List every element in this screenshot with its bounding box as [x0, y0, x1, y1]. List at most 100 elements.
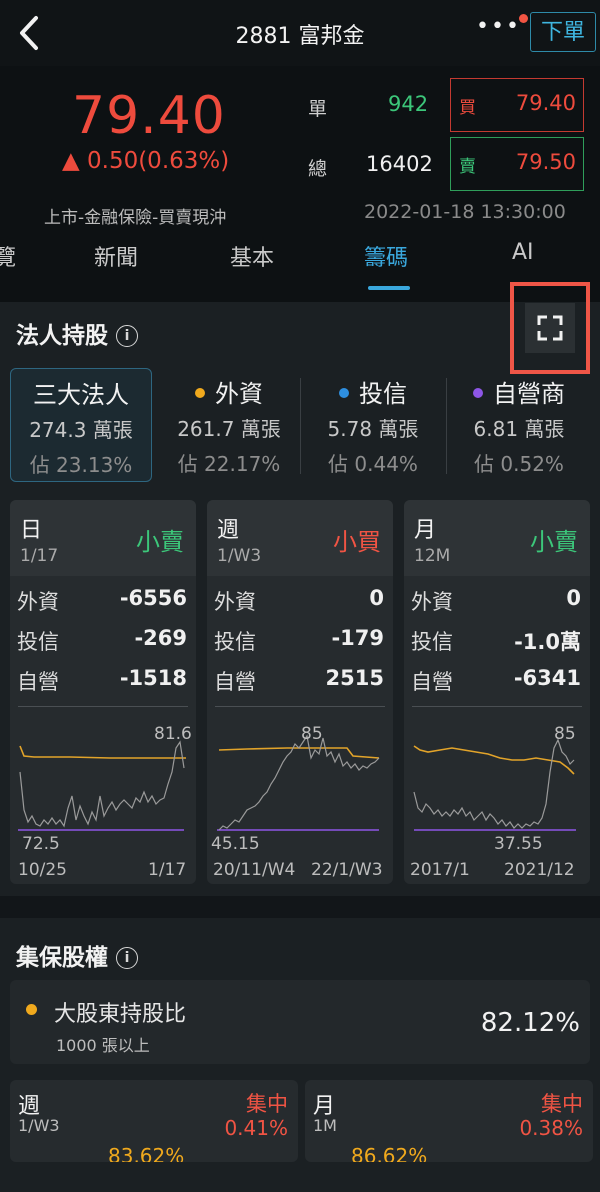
period-label: 週: [217, 518, 240, 543]
group-amount: 274.3 萬張: [29, 418, 133, 442]
group-name: 自營商: [493, 380, 565, 408]
net-row-trust: 投信 -179: [214, 626, 384, 654]
period-date: 1/17: [20, 546, 59, 566]
divider: [215, 706, 385, 707]
major-holder-card[interactable]: 大股東持股比 1000 張以上 82.12%: [10, 980, 590, 1064]
net-row-foreign: 外資 0: [214, 586, 384, 614]
period-signal: 小賣: [136, 528, 184, 556]
period-date: 1/W3: [217, 546, 262, 566]
tab-news[interactable]: 新聞: [94, 240, 138, 272]
holder-bullet-icon: [26, 1004, 37, 1015]
order-button[interactable]: 下單: [530, 12, 596, 52]
group-card-all[interactable]: 三大法人 274.3 萬張 佔 23.13%: [10, 368, 152, 482]
group-name: 三大法人: [33, 381, 129, 409]
period-header: 月 12M 小賣: [404, 500, 590, 576]
period-low: 37.55: [494, 834, 543, 854]
divider: [446, 378, 447, 474]
period-card-week[interactable]: 週 1/W3 小買 外資 0 投信 -179 自營 2515 85 45.15 20/…: [207, 500, 393, 884]
price-sparkline: [217, 734, 380, 831]
period-high: 85: [554, 724, 576, 744]
custody-card-week[interactable]: 週 1/W3 集中 0.41% 83.62%: [10, 1080, 298, 1162]
group-name: 外資: [215, 380, 263, 408]
tab-ai[interactable]: AI: [512, 240, 534, 265]
divider: [18, 706, 188, 707]
period-high: 81.6: [154, 724, 192, 744]
custody-header: 集保股權 i: [16, 938, 138, 972]
divider: [412, 706, 582, 707]
price-change: ▲ 0.50(0.63%): [62, 148, 230, 174]
bid-label: 買: [459, 98, 476, 118]
period-card-month[interactable]: 月 12M 小賣 外資 0 投信 -1.0萬 自營 -6341 85 37.55 20…: [404, 500, 590, 884]
net-row-dealer: 自營 -6341: [411, 666, 581, 694]
period-header: 週 1/W3 小買: [207, 500, 393, 576]
institutional-header: 法人持股 i: [16, 316, 138, 350]
bid-box[interactable]: 買 79.40: [450, 78, 584, 132]
ask-label: 賣: [459, 157, 476, 177]
group-percent: 佔 22.17%: [177, 452, 281, 476]
group-amount: 261.7 萬張: [177, 417, 281, 441]
quote-timestamp: 2022-01-18 13:30:00: [364, 201, 566, 223]
custody-card-month[interactable]: 月 1M 集中 0.38% 86.62%: [305, 1080, 593, 1162]
single-volume-value: 942: [388, 92, 429, 116]
fullscreen-button[interactable]: [510, 282, 590, 374]
fullscreen-icon: [525, 303, 575, 353]
group-card-foreign[interactable]: 外資 261.7 萬張 佔 22.17%: [158, 368, 300, 482]
market-info: 上市-金融保險-買賣現沖: [44, 208, 227, 228]
net-row-foreign: 外資 0: [411, 586, 581, 614]
group-percent: 佔 0.52%: [474, 452, 564, 476]
ask-price: 79.50: [515, 150, 576, 174]
custody-value: 83.62%: [108, 1144, 185, 1162]
custody-period-date: 1M: [313, 1116, 337, 1135]
holder-sub: 1000 張以上: [56, 1036, 150, 1055]
net-row-trust: 投信 -1.0萬: [411, 630, 581, 654]
period-start: 10/25: [18, 860, 67, 880]
dealer-bullet-icon: [473, 388, 483, 398]
period-start: 2017/1: [410, 860, 470, 880]
period-date: 12M: [414, 546, 451, 566]
period-end: 22/1/W3: [311, 860, 383, 880]
net-row-dealer: 自營 -1518: [17, 666, 187, 694]
custody-tag: 集中: [246, 1092, 288, 1116]
custody-period-date: 1/W3: [18, 1116, 60, 1135]
holder-label: 大股東持股比: [54, 1002, 187, 1027]
bid-price: 79.40: [515, 91, 576, 115]
notification-dot: [519, 14, 528, 23]
period-end: 1/17: [148, 860, 187, 880]
total-volume-label: 總: [308, 158, 328, 180]
period-high: 85: [301, 724, 323, 744]
holder-value: 82.12%: [480, 1008, 580, 1038]
single-volume-label: 單: [308, 98, 328, 120]
custody-value: 86.62%: [351, 1144, 428, 1162]
group-percent: 佔 0.44%: [328, 452, 418, 476]
period-signal: 小買: [333, 528, 381, 556]
period-label: 月: [414, 518, 437, 543]
period-card-day[interactable]: 日 1/17 小賣 外資 -6556 投信 -269 自營 -1518 81.6 72…: [10, 500, 196, 884]
more-options-icon[interactable]: •••: [476, 14, 521, 39]
custody-tag: 集中: [541, 1092, 583, 1116]
tab-chips[interactable]: 籌碼: [364, 240, 408, 272]
net-row-foreign: 外資 -6556: [17, 586, 187, 614]
ask-box[interactable]: 賣 79.50: [450, 137, 584, 191]
period-signal: 小賣: [530, 528, 578, 556]
divider: [300, 378, 301, 474]
info-icon[interactable]: i: [116, 947, 138, 969]
period-end: 2021/12: [504, 860, 575, 880]
info-icon[interactable]: i: [116, 325, 138, 347]
total-volume-value: 16402: [366, 152, 433, 176]
foreign-bullet-icon: [195, 388, 205, 398]
group-card-trust[interactable]: 投信 5.78 萬張 佔 0.44%: [302, 368, 444, 482]
period-label: 日: [20, 518, 43, 543]
group-amount: 6.81 萬張: [473, 417, 565, 441]
period-low: 72.5: [22, 834, 60, 854]
custody-change: 0.41%: [224, 1116, 288, 1140]
group-amount: 5.78 萬張: [327, 417, 419, 441]
tab-overview[interactable]: 覽: [0, 240, 16, 272]
net-row-dealer: 自營 2515: [214, 666, 384, 694]
group-name: 投信: [359, 380, 407, 408]
group-card-dealer[interactable]: 自營商 6.81 萬張 佔 0.52%: [448, 368, 590, 482]
tab-basic[interactable]: 基本: [230, 240, 274, 272]
period-low: 45.15: [211, 834, 260, 854]
period-start: 20/11/W4: [213, 860, 296, 880]
institutional-title: 法人持股: [16, 323, 108, 349]
active-tab-indicator: [368, 286, 410, 290]
